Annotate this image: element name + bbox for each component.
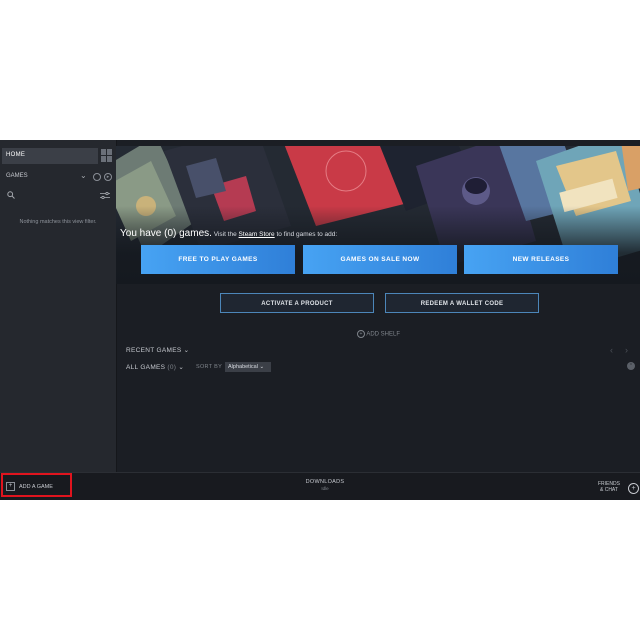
downloads-label: DOWNLOADS <box>305 479 345 485</box>
shelf-next-arrow-icon[interactable]: › <box>625 345 628 355</box>
search-row[interactable] <box>0 189 116 203</box>
filter-sliders-icon[interactable] <box>100 192 110 199</box>
all-games-count: (0) <box>167 364 177 371</box>
add-shelf-label: ADD SHELF <box>366 331 401 338</box>
downloads-status: Idle <box>321 486 329 491</box>
chevron-down-icon: ⌄ <box>259 364 265 370</box>
collapse-shelf-icon[interactable]: ⌃ <box>627 362 635 370</box>
chevron-down-icon: ⌄ <box>178 364 185 371</box>
steam-store-link[interactable]: Steam Store <box>239 231 275 238</box>
recent-games-shelf-header[interactable]: RECENT GAMES ⌄ <box>126 346 189 354</box>
friends-chat-button[interactable]: FRIENDS & CHAT <box>598 481 620 493</box>
play-filter-icon[interactable]: ▸ <box>104 173 112 181</box>
bottom-bar: + ADD A GAME DOWNLOADS Idle FRIENDS & CHA… <box>0 472 640 500</box>
hero-message: You have (0) games. Visit the Steam Stor… <box>120 228 337 239</box>
plus-circle-icon: + <box>357 330 365 338</box>
steam-library-window: HOME GAMES ⌄ ▸ Nothing matches this view… <box>0 140 640 500</box>
new-releases-button[interactable]: NEW RELEASES <box>464 245 618 274</box>
redeem-wallet-code-button[interactable]: REDEEM A WALLET CODE <box>385 293 539 313</box>
chevron-down-icon: ⌄ <box>183 347 190 354</box>
search-icon[interactable] <box>7 191 15 199</box>
activate-product-button[interactable]: ACTIVATE A PRODUCT <box>220 293 374 313</box>
games-on-sale-now-button[interactable]: GAMES ON SALE NOW <box>303 245 457 274</box>
visit-suffix: to find games to add: <box>274 231 338 238</box>
shelf-prev-arrow-icon[interactable]: ‹ <box>610 345 613 355</box>
games-count-headline: You have (0) games. <box>120 228 212 239</box>
recent-games-label: RECENT GAMES <box>126 347 182 354</box>
downloads-button[interactable]: DOWNLOADS Idle <box>290 479 360 491</box>
all-games-header[interactable]: ALL GAMES (0) ⌄ <box>126 363 184 371</box>
library-sidebar: HOME GAMES ⌄ ▸ Nothing matches this view… <box>0 140 117 472</box>
chat-label: & CHAT <box>599 487 618 493</box>
grid-view-icon[interactable] <box>101 149 112 162</box>
all-games-label: ALL GAMES <box>126 364 166 371</box>
empty-filter-message: Nothing matches this view filter. <box>19 219 97 225</box>
free-to-play-games-button[interactable]: FREE TO PLAY GAMES <box>141 245 295 274</box>
add-shelf-button[interactable]: + ADD SHELF <box>357 330 400 338</box>
hero-banner: You have (0) games. Visit the Steam Stor… <box>116 146 640 284</box>
sort-value: Alphabetical <box>228 364 258 370</box>
games-label: GAMES <box>6 173 28 179</box>
add-friend-icon[interactable]: + <box>628 483 639 494</box>
recent-clock-icon[interactable] <box>93 173 101 181</box>
chevron-down-icon[interactable]: ⌄ <box>80 171 87 180</box>
sort-by-label: SORT BY <box>196 364 223 370</box>
home-label: HOME <box>6 152 26 158</box>
games-filter-row[interactable]: GAMES ⌄ ▸ <box>0 170 116 184</box>
visit-prefix: Visit the <box>211 231 239 238</box>
home-button[interactable]: HOME <box>2 148 98 164</box>
sort-dropdown[interactable]: Alphabetical ⌄ <box>225 362 271 372</box>
add-game-highlight-box <box>1 473 72 497</box>
